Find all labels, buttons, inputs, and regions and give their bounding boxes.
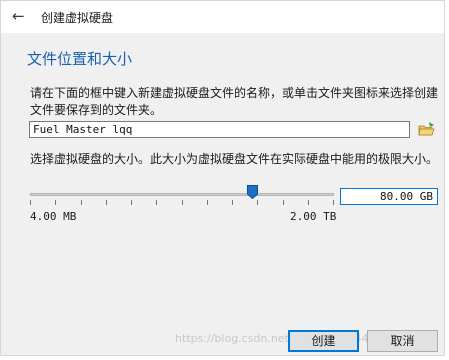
slider-tick — [333, 200, 334, 205]
size-max-label: 2.00 TB — [290, 210, 337, 223]
size-description: 选择虚拟硬盘的大小。此大小为虚拟硬盘文件在实际硬盘中能用的极限大小。 — [30, 152, 439, 166]
slider-tick — [106, 200, 107, 205]
location-description: 请在下面的框中键入新建虚拟硬盘文件的名称，或单击文件夹图标来选择创建文件要保存到… — [30, 86, 439, 117]
slider-tick — [283, 200, 284, 205]
section-title: 文件位置和大小 — [27, 50, 133, 68]
file-name-input[interactable] — [29, 121, 410, 138]
slider-tick — [81, 200, 82, 205]
slider-tick — [232, 200, 233, 205]
slider-tick — [55, 200, 56, 205]
slider-tick — [182, 200, 183, 205]
slider-tick — [257, 200, 258, 205]
slider-tick — [156, 200, 157, 205]
slider-tick — [207, 200, 208, 205]
create-virtual-disk-dialog: ← 创建虚拟硬盘 文件位置和大小 请在下面的框中键入新建虚拟硬盘文件的名称，或单… — [0, 0, 445, 356]
slider-tick — [308, 200, 309, 205]
size-slider-thumb[interactable] — [247, 184, 258, 200]
folder-icon[interactable] — [417, 121, 437, 138]
cancel-button[interactable]: 取消 — [367, 330, 438, 352]
size-value-input[interactable] — [340, 188, 438, 205]
create-button[interactable]: 创建 — [288, 330, 359, 352]
slider-ticks — [30, 200, 334, 206]
slider-tick — [131, 200, 132, 205]
title-bar: ← 创建虚拟硬盘 — [1, 1, 444, 33]
back-arrow-icon[interactable]: ← — [12, 7, 25, 25]
size-slider-track[interactable] — [30, 193, 334, 196]
slider-tick — [30, 200, 31, 205]
window-title: 创建虚拟硬盘 — [41, 11, 114, 25]
size-min-label: 4.00 MB — [30, 210, 77, 223]
